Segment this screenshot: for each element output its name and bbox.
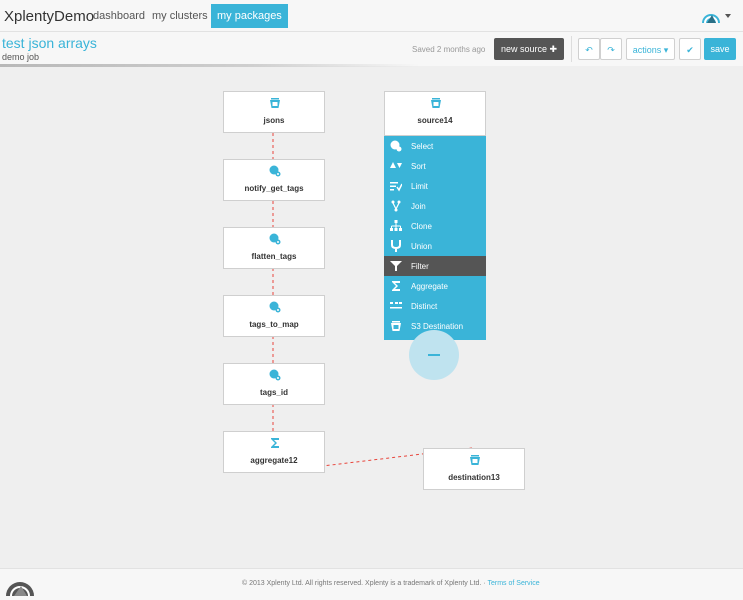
menu-label: Select <box>411 142 434 151</box>
bucket-icon <box>470 455 480 465</box>
distinct-icon <box>390 302 402 309</box>
node-label: source14 <box>417 116 453 125</box>
menu-item-filter[interactable]: Filter <box>384 256 486 276</box>
terms-of-service-link[interactable]: Terms of Service <box>488 580 540 587</box>
union-icon <box>391 240 401 252</box>
menu-label: Distinct <box>411 302 438 311</box>
node-label: notify_get_tags <box>244 184 304 193</box>
node-destination13[interactable]: destination13 <box>423 448 525 490</box>
menu-label: Clone <box>411 222 432 231</box>
menu-item-aggregate[interactable]: Aggregate <box>384 276 486 296</box>
limit-icon <box>390 182 402 192</box>
filter-icon <box>390 261 402 271</box>
sigma-icon <box>271 438 279 448</box>
menu-label: Union <box>411 242 432 251</box>
node-jsons[interactable]: jsons <box>223 91 325 133</box>
copyright-text: © 2013 Xplenty Ltd. All rights reserved.… <box>242 580 486 587</box>
node-label: tags_id <box>259 388 288 397</box>
collapse-menu-button[interactable] <box>409 330 459 380</box>
bucket-icon <box>391 321 401 331</box>
node-tags-to-map[interactable]: tags_to_map <box>223 295 325 337</box>
node-label: tags_to_map <box>249 320 299 329</box>
transform-icon <box>269 301 281 313</box>
menu-label: Join <box>411 202 426 211</box>
node-flatten-tags[interactable]: flatten_tags <box>223 227 325 269</box>
node-label: jsons <box>263 116 285 125</box>
bucket-icon <box>270 98 280 108</box>
menu-label: Filter <box>411 262 429 271</box>
join-icon <box>391 200 401 212</box>
menu-label: Limit <box>411 182 428 191</box>
select-icon <box>390 140 402 152</box>
transform-icon <box>269 233 281 245</box>
menu-item-sort[interactable]: Sort <box>384 156 486 176</box>
connections-layer <box>272 133 473 473</box>
minus-icon <box>428 354 440 356</box>
clone-icon <box>390 220 402 231</box>
node-source14[interactable]: source14 <box>384 91 486 136</box>
node-label: destination13 <box>448 473 500 482</box>
menu-item-clone[interactable]: Clone <box>384 216 486 236</box>
menu-item-limit[interactable]: Limit <box>384 176 486 196</box>
footer-copyright: © 2013 Xplenty Ltd. All rights reserved.… <box>242 580 540 587</box>
menu-item-distinct[interactable]: Distinct <box>384 296 486 316</box>
menu-item-join[interactable]: Join <box>384 196 486 216</box>
node-label: aggregate12 <box>250 456 298 465</box>
bucket-icon <box>431 98 441 108</box>
node-label: flatten_tags <box>251 252 297 261</box>
sigma-icon <box>392 281 400 291</box>
menu-item-select[interactable]: Select <box>384 136 486 156</box>
xplenty-logo-icon <box>6 582 34 597</box>
node-aggregate12[interactable]: aggregate12 <box>223 431 325 473</box>
component-menu: Select Sort Limit Join Clone Union Filte… <box>384 136 486 340</box>
sort-icon <box>390 162 402 168</box>
node-notify-get-tags[interactable]: notify_get_tags <box>223 159 325 201</box>
transform-icon <box>269 369 281 381</box>
menu-label: Aggregate <box>411 282 448 291</box>
node-tags-id[interactable]: tags_id <box>223 363 325 405</box>
menu-label: Sort <box>411 162 426 171</box>
menu-item-union[interactable]: Union <box>384 236 486 256</box>
transform-icon <box>269 165 281 177</box>
